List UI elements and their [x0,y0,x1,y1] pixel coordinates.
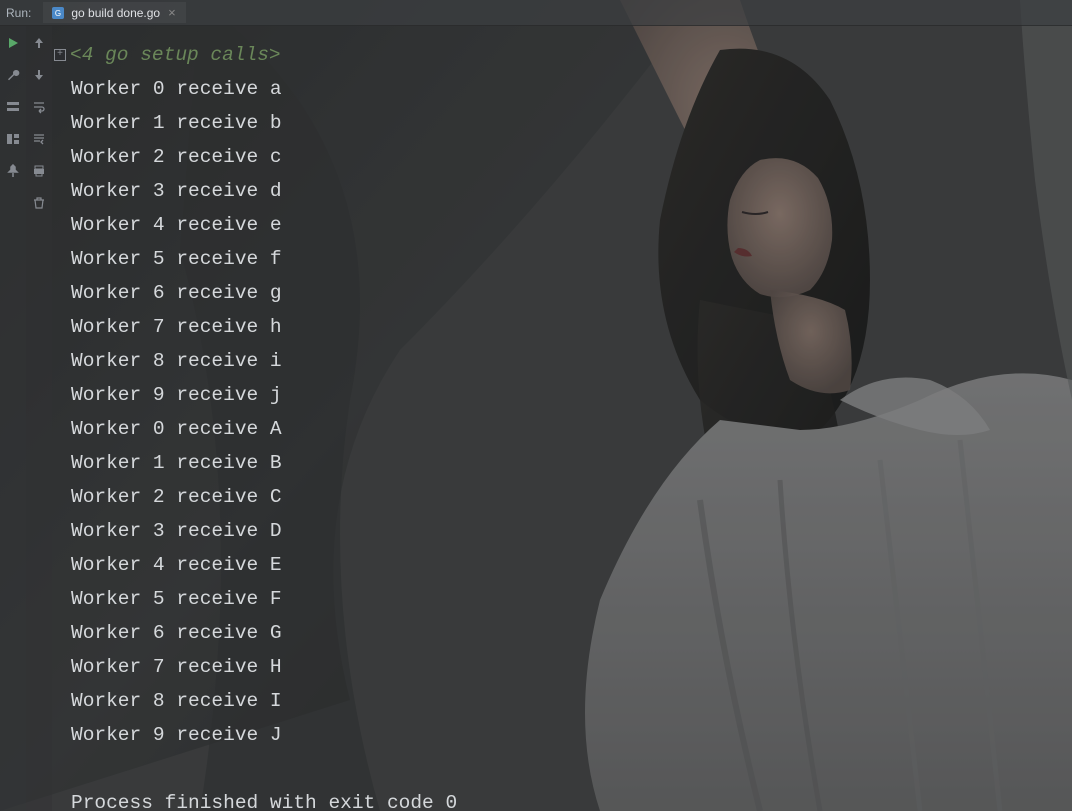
console-line: Worker 2 receive c [54,140,1072,174]
scroll-to-end-icon[interactable] [30,130,48,148]
run-config-tab[interactable]: G go build done.go × [43,2,185,23]
run-button[interactable] [4,34,22,52]
console-output[interactable]: + <4 go setup calls> Worker 0 receive aW… [52,26,1072,811]
console-line: Worker 8 receive i [54,344,1072,378]
go-file-icon: G [51,6,65,20]
close-icon[interactable]: × [166,5,178,20]
console-line: Worker 0 receive a [54,72,1072,106]
console-line: Worker 6 receive G [54,616,1072,650]
console-line: Worker 9 receive j [54,378,1072,412]
console-line: Worker 5 receive f [54,242,1072,276]
console-line: Worker 9 receive J [54,718,1072,752]
console-line: Worker 5 receive F [54,582,1072,616]
console-line: Worker 4 receive e [54,208,1072,242]
fold-text: <4 go setup calls> [70,38,281,72]
soft-wrap-icon[interactable] [30,98,48,116]
layout-icon[interactable] [4,98,22,116]
layout-settings-icon[interactable] [4,130,22,148]
down-arrow-icon[interactable] [30,66,48,84]
console-line: Worker 7 receive h [54,310,1072,344]
console-line: Worker 6 receive g [54,276,1072,310]
fold-region[interactable]: + <4 go setup calls> [54,38,1072,72]
trash-icon[interactable] [30,194,48,212]
console-line: Worker 4 receive E [54,548,1072,582]
pin-icon[interactable] [4,162,22,180]
svg-text:G: G [55,9,61,18]
print-icon[interactable] [30,162,48,180]
tab-title: go build done.go [71,6,160,20]
toolbar-secondary [26,26,52,811]
console-line: Worker 1 receive B [54,446,1072,480]
wrench-icon[interactable] [4,66,22,84]
console-line: Worker 2 receive C [54,480,1072,514]
console-line: Worker 3 receive d [54,174,1072,208]
up-arrow-icon[interactable] [30,34,48,52]
console-line: Worker 8 receive I [54,684,1072,718]
blank-line [54,752,1072,786]
console-line: Worker 1 receive b [54,106,1072,140]
run-tool-window-header: Run: G go build done.go × [0,0,1072,26]
expand-icon[interactable]: + [54,49,66,61]
toolbar-primary [0,26,26,811]
console-line: Worker 3 receive D [54,514,1072,548]
console-line: Worker 7 receive H [54,650,1072,684]
run-label: Run: [6,6,31,20]
console-line: Worker 0 receive A [54,412,1072,446]
main-area: + <4 go setup calls> Worker 0 receive aW… [0,26,1072,811]
exit-code-line: Process finished with exit code 0 [54,786,1072,811]
